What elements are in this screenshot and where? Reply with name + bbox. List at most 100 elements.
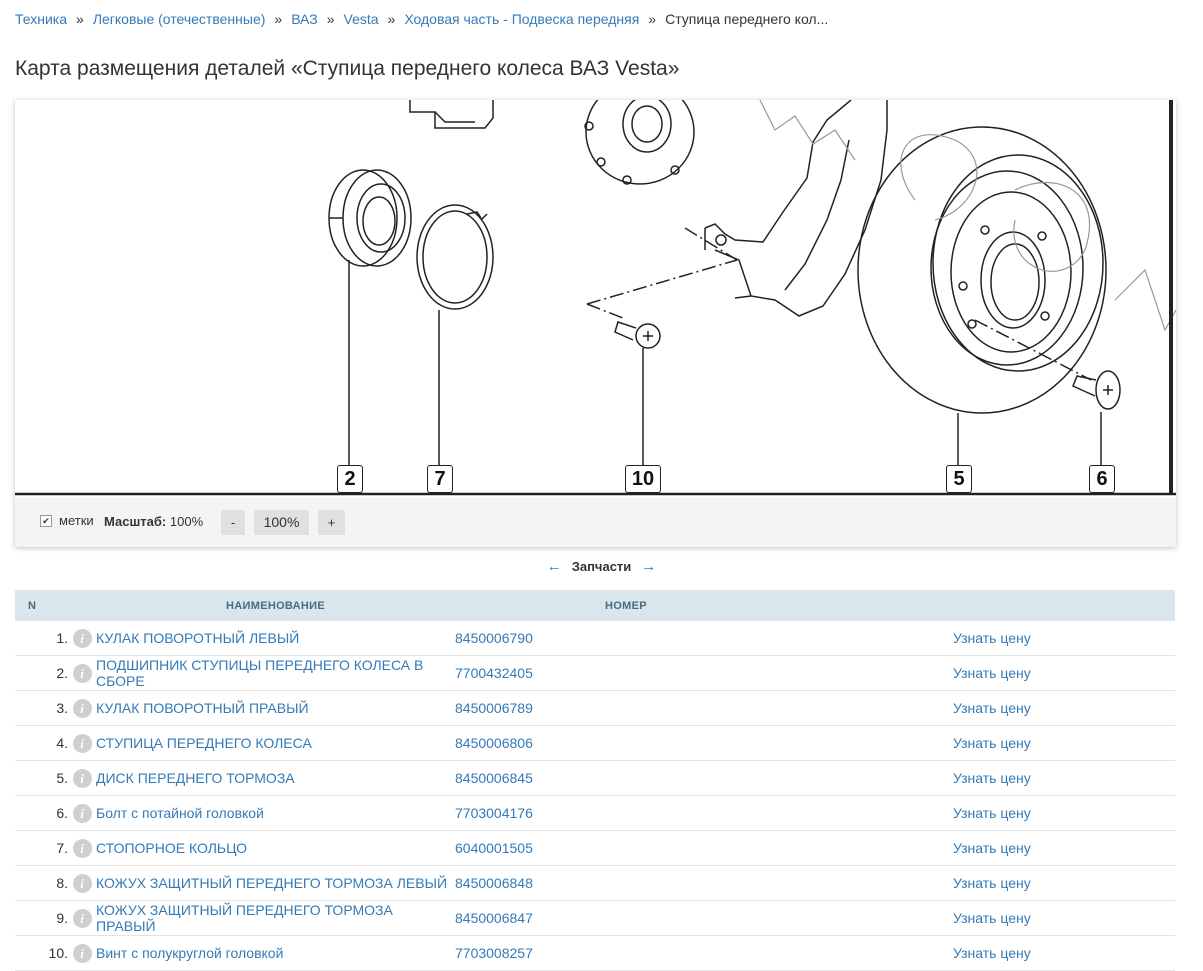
column-header-name: НАИМЕНОВАНИЕ	[96, 590, 455, 621]
info-cell: i	[68, 900, 96, 936]
info-icon[interactable]: i	[72, 838, 92, 858]
get-price-link[interactable]: Узнать цену	[953, 910, 1031, 926]
info-icon[interactable]: i	[72, 873, 92, 893]
callout-10[interactable]: 10	[625, 465, 661, 493]
part-code-link[interactable]: 8450006848	[455, 875, 533, 891]
price-cell: Узнать цену	[953, 830, 1175, 866]
part-code-cell: 7703008257	[455, 935, 953, 971]
get-price-link[interactable]: Узнать цену	[953, 770, 1031, 786]
row-number: 7.	[15, 830, 68, 866]
part-name-link[interactable]: Болт с потайной головкой	[96, 805, 264, 821]
breadcrumb-separator: »	[274, 11, 283, 27]
part-name-cell: Винт с полукруглой головкой	[96, 935, 455, 971]
table-row: 3. i КУЛАК ПОВОРОТНЫЙ ПРАВЫЙ 8450006789 Узна…	[15, 690, 1175, 726]
info-cell: i	[68, 621, 96, 656]
part-code-cell: 8450006847	[455, 900, 953, 936]
part-name-cell: КУЛАК ПОВОРОТНЫЙ ПРАВЫЙ	[96, 690, 455, 726]
part-code-link[interactable]: 8450006790	[455, 630, 533, 646]
zoom-reset-button[interactable]: 100%	[254, 510, 309, 535]
part-code-link[interactable]: 8450006806	[455, 735, 533, 751]
part-code-cell: 7700432405	[455, 655, 953, 691]
breadcrumb-link-tech[interactable]: Техника	[15, 11, 67, 27]
get-price-link[interactable]: Узнать цену	[953, 945, 1031, 961]
part-name-link[interactable]: Винт с полукруглой головкой	[96, 945, 283, 961]
next-arrow-icon[interactable]: →	[641, 558, 656, 575]
zoom-out-button[interactable]: -	[221, 510, 245, 535]
row-number: 6.	[15, 795, 68, 831]
part-code-link[interactable]: 7700432405	[455, 665, 533, 681]
info-cell: i	[68, 830, 96, 866]
info-icon[interactable]: i	[72, 733, 92, 753]
parts-table: N НАИМЕНОВАНИЕ НОМЕР 1. i КУЛАК ПОВОРОТНЫЙ…	[15, 590, 1175, 971]
part-code-link[interactable]: 7703004176	[455, 805, 533, 821]
info-icon[interactable]: i	[72, 698, 92, 718]
info-icon[interactable]: i	[72, 943, 92, 963]
part-code-link[interactable]: 6040001505	[455, 840, 533, 856]
marks-checkbox[interactable]: ✔	[40, 515, 52, 527]
part-name-cell: КОЖУХ ЗАЩИТНЫЙ ПЕРЕДНЕГО ТОРМОЗА ЛЕВЫЙ	[96, 865, 455, 901]
prev-arrow-icon[interactable]: ←	[547, 558, 562, 575]
info-cell: i	[68, 935, 96, 971]
part-code-cell: 8450006789	[455, 690, 953, 726]
part-code-link[interactable]: 7703008257	[455, 945, 533, 961]
callout-2[interactable]: 2	[337, 465, 363, 493]
get-price-link[interactable]: Узнать цену	[953, 875, 1031, 891]
get-price-link[interactable]: Узнать цену	[953, 735, 1031, 751]
info-icon[interactable]: i	[72, 768, 92, 788]
parts-nav-label: Запчасти	[571, 559, 632, 574]
part-name-link[interactable]: КУЛАК ПОВОРОТНЫЙ ЛЕВЫЙ	[96, 630, 299, 646]
price-cell: Узнать цену	[953, 621, 1175, 656]
get-price-link[interactable]: Узнать цену	[953, 630, 1031, 646]
parts-diagram[interactable]: 2 7 10 5 6	[15, 100, 1176, 498]
row-number: 4.	[15, 725, 68, 761]
info-icon[interactable]: i	[72, 908, 92, 928]
info-cell: i	[68, 795, 96, 831]
breadcrumb-link-vesta[interactable]: Vesta	[344, 11, 379, 27]
part-name-link[interactable]: ДИСК ПЕРЕДНЕГО ТОРМОЗА	[96, 770, 295, 786]
callout-7[interactable]: 7	[427, 465, 453, 493]
part-code-link[interactable]: 8450006789	[455, 700, 533, 716]
row-number: 8.	[15, 865, 68, 901]
part-name-link[interactable]: КОЖУХ ЗАЩИТНЫЙ ПЕРЕДНЕГО ТОРМОЗА ПРАВЫЙ	[96, 902, 393, 934]
breadcrumb-link-vaz[interactable]: ВАЗ	[291, 11, 318, 27]
breadcrumb-link-cars[interactable]: Легковые (отечественные)	[93, 11, 266, 27]
get-price-link[interactable]: Узнать цену	[953, 665, 1031, 681]
table-row: 5. i ДИСК ПЕРЕДНЕГО ТОРМОЗА 8450006845 Узнат…	[15, 760, 1175, 796]
part-code-link[interactable]: 8450006847	[455, 910, 533, 926]
price-cell: Узнать цену	[953, 690, 1175, 726]
part-code-link[interactable]: 8450006845	[455, 770, 533, 786]
price-cell: Узнать цену	[953, 900, 1175, 936]
zoom-in-button[interactable]: +	[318, 510, 345, 535]
row-number: 5.	[15, 760, 68, 796]
callout-6[interactable]: 6	[1089, 465, 1115, 493]
breadcrumb-link-suspension[interactable]: Ходовая часть - Подвеска передняя	[404, 11, 639, 27]
price-cell: Узнать цену	[953, 760, 1175, 796]
info-icon[interactable]: i	[72, 663, 92, 683]
price-cell: Узнать цену	[953, 865, 1175, 901]
column-header-info	[68, 590, 96, 621]
column-header-n: N	[15, 590, 68, 621]
part-name-link[interactable]: КОЖУХ ЗАЩИТНЫЙ ПЕРЕДНЕГО ТОРМОЗА ЛЕВЫЙ	[96, 875, 447, 891]
part-code-cell: 7703004176	[455, 795, 953, 831]
part-name-cell: ПОДШИПНИК СТУПИЦЫ ПЕРЕДНЕГО КОЛЕСА В СБО…	[96, 655, 455, 691]
info-cell: i	[68, 655, 96, 691]
table-header-row: N НАИМЕНОВАНИЕ НОМЕР	[15, 590, 1175, 621]
part-name-link[interactable]: КУЛАК ПОВОРОТНЫЙ ПРАВЫЙ	[96, 700, 309, 716]
get-price-link[interactable]: Узнать цену	[953, 840, 1031, 856]
diagram-controls: ✔ метки Масштаб: 100% - 100% +	[15, 498, 1176, 547]
info-icon[interactable]: i	[72, 803, 92, 823]
part-name-link[interactable]: СТУПИЦА ПЕРЕДНЕГО КОЛЕСА	[96, 735, 312, 751]
get-price-link[interactable]: Узнать цену	[953, 805, 1031, 821]
part-name-link[interactable]: СТОПОРНОЕ КОЛЬЦО	[96, 840, 247, 856]
callout-5[interactable]: 5	[946, 465, 972, 493]
table-row: 6. i Болт с потайной головкой 7703004176 Узн…	[15, 795, 1175, 831]
part-name-link[interactable]: ПОДШИПНИК СТУПИЦЫ ПЕРЕДНЕГО КОЛЕСА В СБО…	[96, 657, 423, 689]
part-name-cell: Болт с потайной головкой	[96, 795, 455, 831]
price-cell: Узнать цену	[953, 795, 1175, 831]
info-icon[interactable]: i	[72, 628, 92, 648]
part-name-cell: ДИСК ПЕРЕДНЕГО ТОРМОЗА	[96, 760, 455, 796]
table-row: 8. i КОЖУХ ЗАЩИТНЫЙ ПЕРЕДНЕГО ТОРМОЗА ЛЕВЫ…	[15, 865, 1175, 901]
get-price-link[interactable]: Узнать цену	[953, 700, 1031, 716]
table-row: 2. i ПОДШИПНИК СТУПИЦЫ ПЕРЕДНЕГО КОЛЕСА В …	[15, 655, 1175, 691]
row-number: 1.	[15, 621, 68, 656]
